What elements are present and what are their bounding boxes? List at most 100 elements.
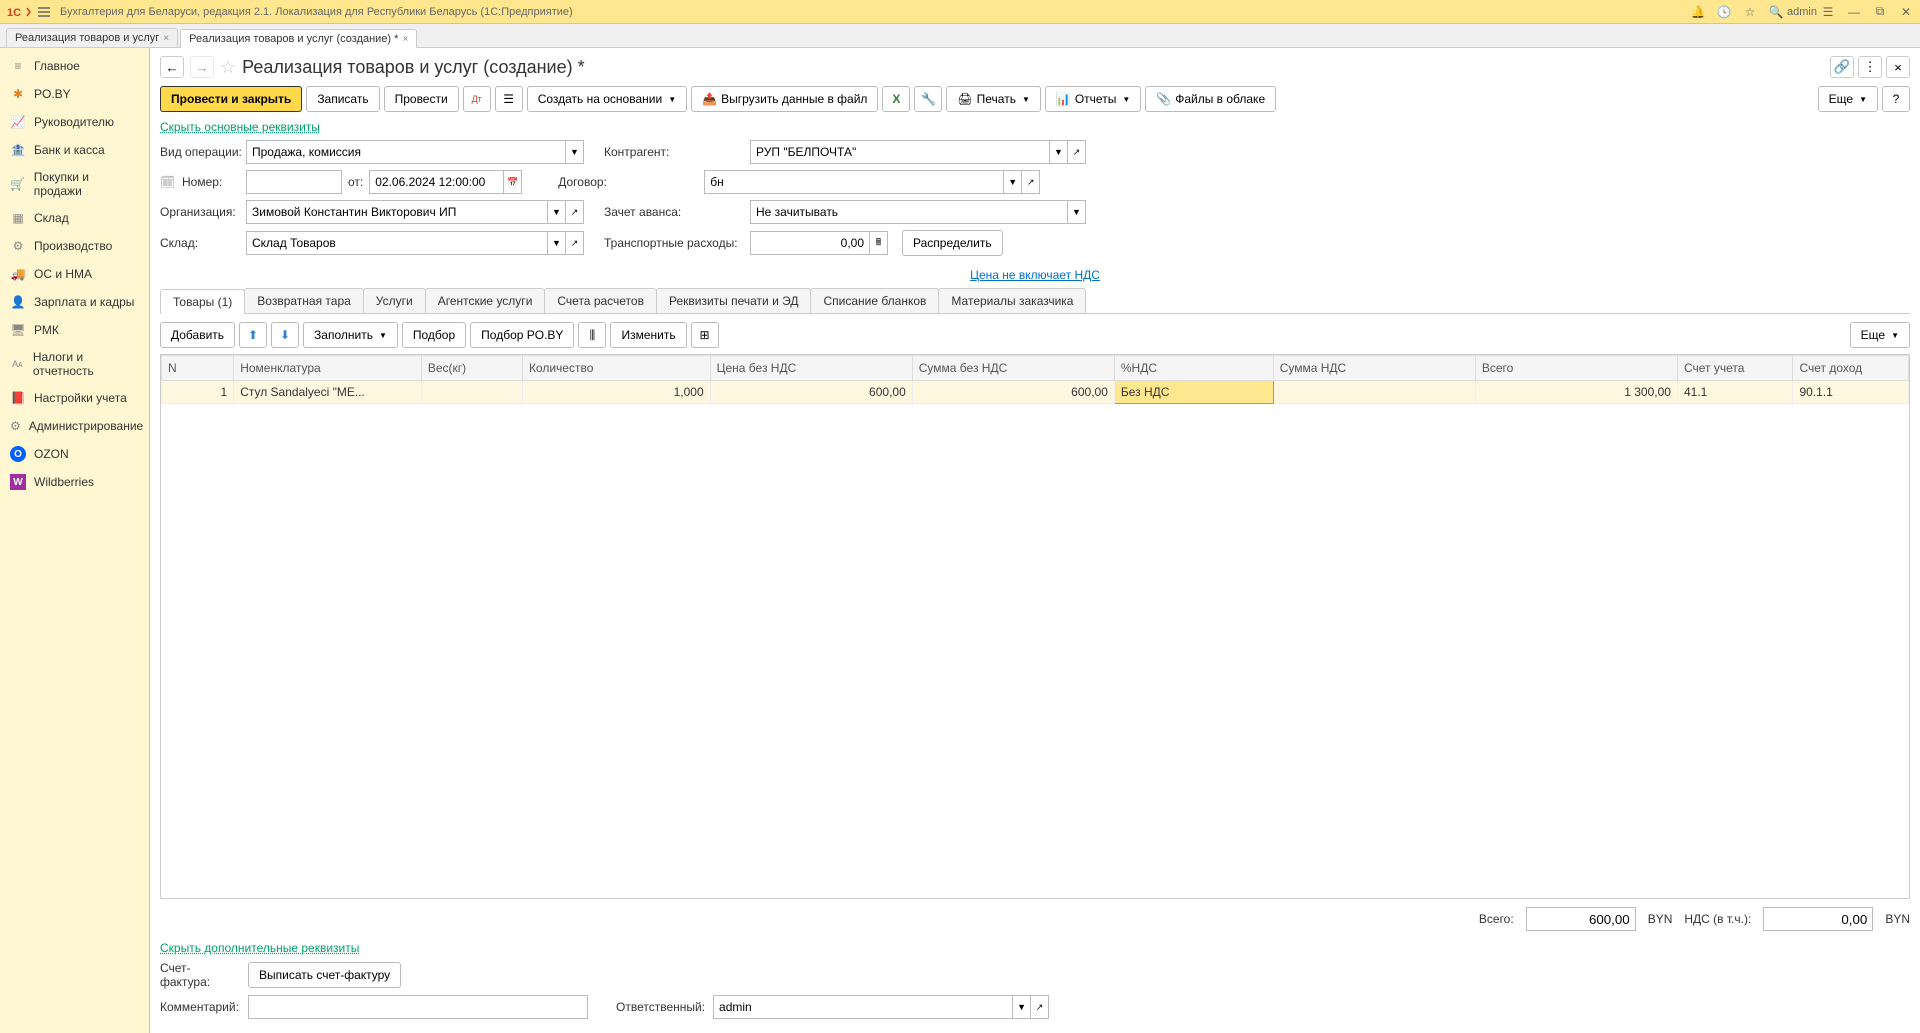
add-button[interactable]: Добавить (160, 322, 235, 348)
cell-vat-sum[interactable] (1273, 381, 1475, 404)
user-label[interactable]: admin (1794, 4, 1810, 20)
col-price[interactable]: Цена без НДС (710, 356, 912, 381)
vat-link[interactable]: Цена не включает НДС (970, 268, 1100, 282)
cell-acc[interactable]: 41.1 (1677, 381, 1793, 404)
invoice-button[interactable]: Выписать счет-фактуру (248, 962, 401, 988)
cell-total[interactable]: 1 300,00 (1475, 381, 1677, 404)
open-icon[interactable]: ↗ (1022, 170, 1040, 194)
back-button[interactable]: ← (160, 56, 184, 78)
close-icon[interactable]: × (163, 33, 169, 44)
col-nom[interactable]: Номенклатура (234, 356, 422, 381)
hide-main-link[interactable]: Скрыть основные реквизиты (160, 120, 320, 134)
sidebar-item-sales[interactable]: 🛒Покупки и продажи (0, 164, 149, 204)
window-tab[interactable]: Реализация товаров и услуг× (6, 28, 178, 47)
warehouse-input[interactable] (246, 231, 548, 255)
cell-acc2[interactable]: 90.1.1 (1793, 381, 1909, 404)
dropdown-icon[interactable]: ▼ (548, 231, 566, 255)
sidebar-item-production[interactable]: ⚙Производство (0, 232, 149, 260)
tab-blanks[interactable]: Списание бланков (810, 288, 939, 313)
sidebar-item-manager[interactable]: 📈Руководителю (0, 108, 149, 136)
goods-table[interactable]: N Номенклатура Вес(кг) Количество Цена б… (160, 354, 1910, 899)
col-acc2[interactable]: Счет доход (1793, 356, 1909, 381)
col-vat[interactable]: %НДС (1114, 356, 1273, 381)
tab-agent[interactable]: Агентские услуги (425, 288, 546, 313)
barcode-icon[interactable]: ⫼ (578, 322, 606, 348)
more-button[interactable]: Еще▼ (1818, 86, 1878, 112)
dropdown-icon[interactable]: ▼ (1013, 995, 1031, 1019)
sidebar-item-tax[interactable]: AᴀНалоги и отчетность (0, 344, 149, 384)
vat-inc-input[interactable] (1763, 907, 1873, 931)
table-more-button[interactable]: Еще▼ (1850, 322, 1910, 348)
transport-input[interactable] (750, 231, 870, 255)
table-row[interactable]: 1 Стул Sandalyeci "ME... 1,000 600,00 60… (162, 381, 1909, 404)
settings-icon[interactable]: ☰ (1820, 4, 1836, 20)
search-icon[interactable]: 🔍 (1768, 4, 1784, 20)
dropdown-icon[interactable]: ▼ (1068, 200, 1086, 224)
select-poby-button[interactable]: Подбор PO.BY (470, 322, 574, 348)
menu-icon[interactable]: ⋮ (1858, 56, 1882, 78)
total-input[interactable] (1526, 907, 1636, 931)
number-input[interactable] (246, 170, 342, 194)
link-icon[interactable]: 🔗 (1830, 56, 1854, 78)
sidebar-item-poby[interactable]: ✱PO.BY (0, 80, 149, 108)
contract-input[interactable] (704, 170, 1004, 194)
restore-icon[interactable]: ⧉ (1872, 4, 1888, 20)
tab-services[interactable]: Услуги (363, 288, 426, 313)
dropdown-icon[interactable]: ▼ (1050, 140, 1068, 164)
calc-icon[interactable]: 🖩 (870, 231, 888, 255)
close-window-icon[interactable]: ✕ (1898, 4, 1914, 20)
cell-sum[interactable]: 600,00 (912, 381, 1114, 404)
col-weight[interactable]: Вес(кг) (421, 356, 522, 381)
tab-goods[interactable]: Товары (1) (160, 289, 245, 314)
cell-nom[interactable]: Стул Sandalyeci "ME... (234, 381, 422, 404)
history-icon[interactable]: 🕓 (1716, 4, 1732, 20)
sidebar-item-main[interactable]: ≡Главное (0, 52, 149, 80)
star-icon[interactable]: ☆ (1742, 4, 1758, 20)
sidebar-item-assets[interactable]: 🚚ОС и НМА (0, 260, 149, 288)
sidebar-item-wb[interactable]: WWildberries (0, 468, 149, 496)
sidebar-item-settings[interactable]: 📕Настройки учета (0, 384, 149, 412)
sidebar-item-ozon[interactable]: OOZON (0, 440, 149, 468)
cell-n[interactable]: 1 (162, 381, 234, 404)
sidebar-item-admin[interactable]: ⚙Администрирование (0, 412, 149, 440)
bell-icon[interactable]: 🔔 (1690, 4, 1706, 20)
cell-price[interactable]: 600,00 (710, 381, 912, 404)
sidebar-item-bank[interactable]: 🏦Банк и касса (0, 136, 149, 164)
sidebar-item-hr[interactable]: 👤Зарплата и кадры (0, 288, 149, 316)
tab-returnable[interactable]: Возвратная тара (244, 288, 364, 313)
open-icon[interactable]: ↗ (566, 231, 584, 255)
open-icon[interactable]: ↗ (566, 200, 584, 224)
post-button[interactable]: Провести (384, 86, 459, 112)
close-page-icon[interactable]: × (1886, 56, 1910, 78)
move-down-icon[interactable]: ⬇ (271, 322, 299, 348)
window-tab-active[interactable]: Реализация товаров и услуг (создание) *× (180, 29, 417, 48)
col-qty[interactable]: Количество (522, 356, 710, 381)
comment-input[interactable] (248, 995, 588, 1019)
save-button[interactable]: Записать (306, 86, 379, 112)
col-n[interactable]: N (162, 356, 234, 381)
cell-vat[interactable]: Без НДС (1114, 381, 1273, 404)
sidebar-item-warehouse[interactable]: ▦Склад (0, 204, 149, 232)
cell-weight[interactable] (421, 381, 522, 404)
tool-icon[interactable]: 🔧 (914, 86, 942, 112)
move-up-icon[interactable]: ⬆ (239, 322, 267, 348)
structure-icon[interactable]: ☰ (495, 86, 523, 112)
minimize-icon[interactable]: — (1846, 4, 1862, 20)
responsible-input[interactable] (713, 995, 1013, 1019)
grid-icon[interactable]: ⊞ (691, 322, 719, 348)
distribute-button[interactable]: Распределить (902, 230, 1003, 256)
contractor-input[interactable] (750, 140, 1050, 164)
reports-button[interactable]: 📊Отчеты▼ (1045, 86, 1141, 112)
open-icon[interactable]: ↗ (1068, 140, 1086, 164)
print-button[interactable]: 🖨Печать▼ (946, 86, 1040, 112)
col-total[interactable]: Всего (1475, 356, 1677, 381)
hide-extra-link[interactable]: Скрыть дополнительные реквизиты (160, 941, 359, 955)
operation-input[interactable] (246, 140, 566, 164)
dt-kt-icon[interactable]: Дт (463, 86, 491, 112)
tab-accounts[interactable]: Счета расчетов (544, 288, 657, 313)
tab-customer-mat[interactable]: Материалы заказчика (938, 288, 1086, 313)
col-vat-sum[interactable]: Сумма НДС (1273, 356, 1475, 381)
cell-qty[interactable]: 1,000 (522, 381, 710, 404)
dropdown-icon[interactable]: ▼ (566, 140, 584, 164)
create-based-button[interactable]: Создать на основании▼ (527, 86, 687, 112)
